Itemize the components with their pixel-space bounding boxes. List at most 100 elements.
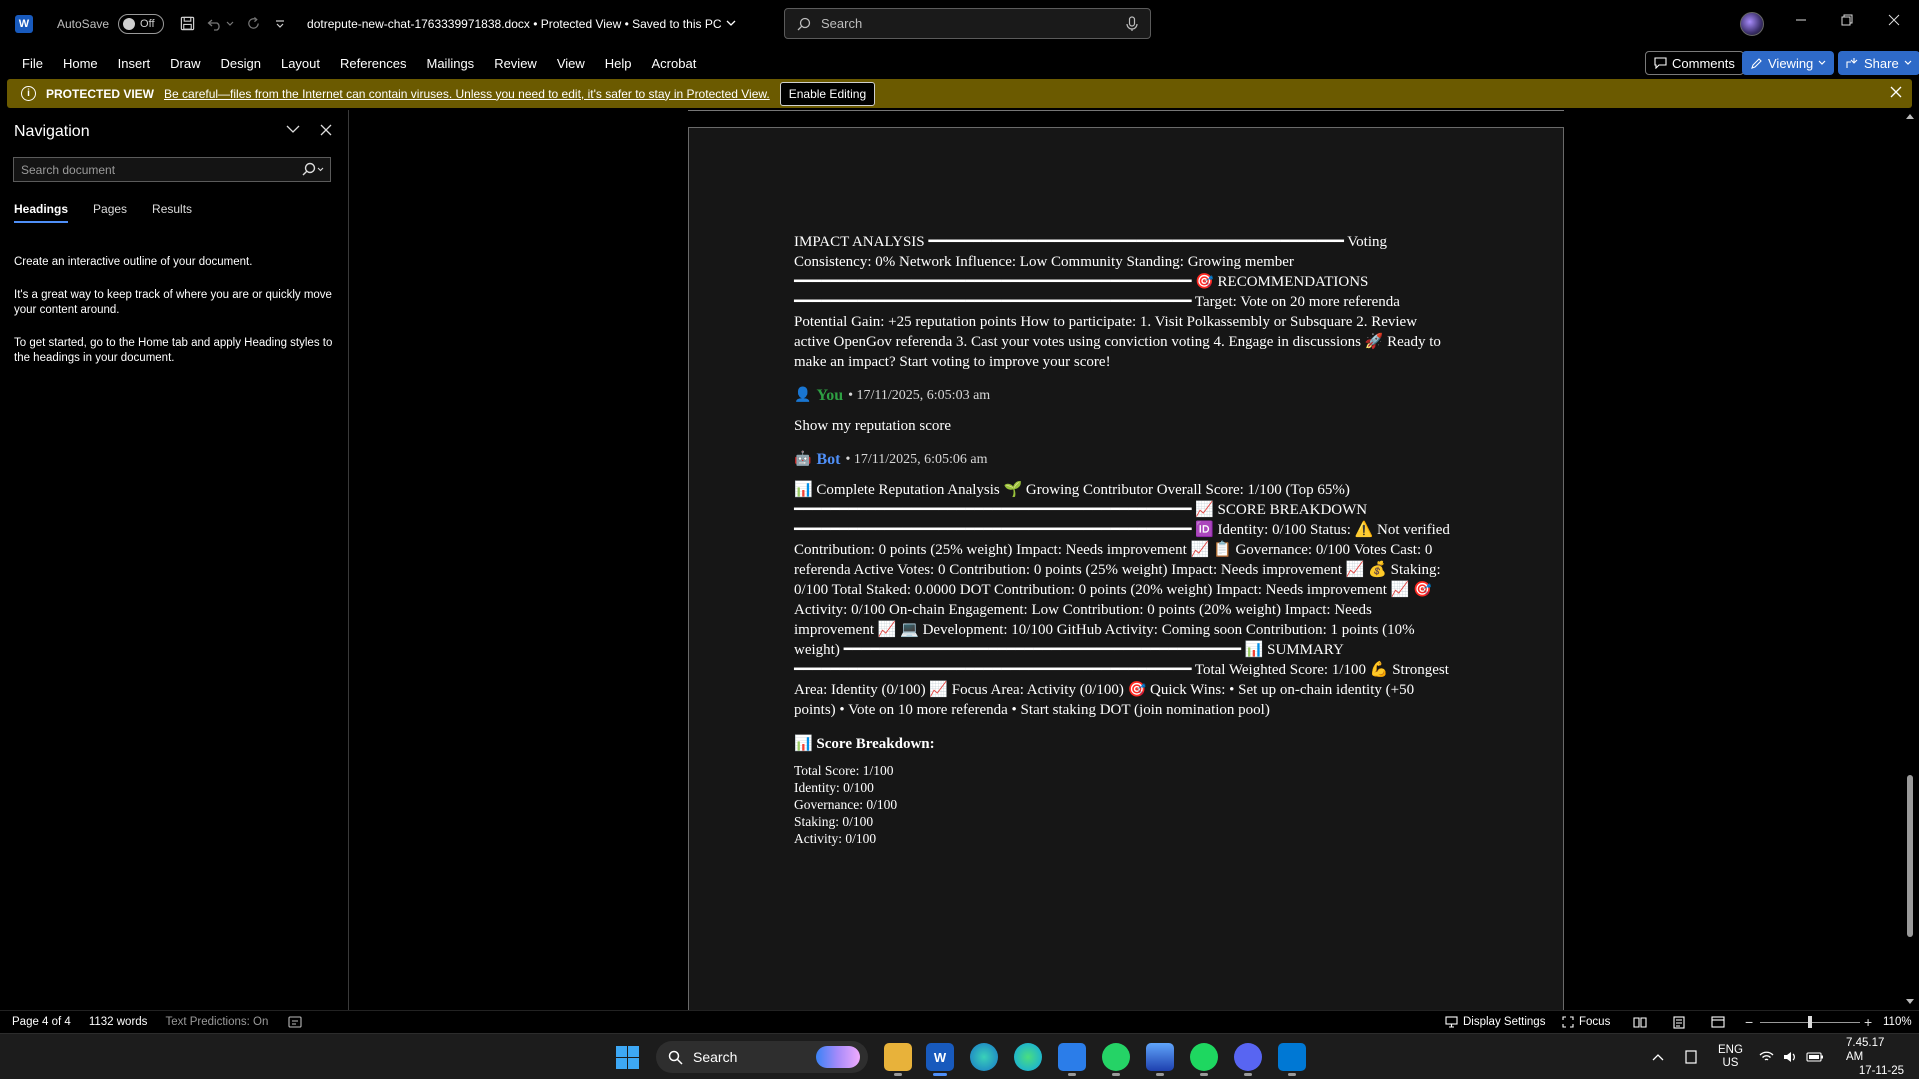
- close-icon[interactable]: [320, 124, 332, 136]
- you-message: Show my reputation score: [794, 418, 952, 434]
- menu-mailings[interactable]: Mailings: [417, 56, 485, 71]
- zoom-level[interactable]: 110%: [1883, 1016, 1912, 1028]
- robot-icon: 🤖: [794, 452, 812, 467]
- display-settings-button[interactable]: Display Settings: [1445, 1016, 1545, 1028]
- spotify-icon[interactable]: [1190, 1043, 1218, 1076]
- edge-beta-icon[interactable]: [1014, 1043, 1042, 1071]
- close-icon[interactable]: [1890, 86, 1902, 98]
- menu-file[interactable]: File: [12, 56, 53, 71]
- accessibility-icon[interactable]: [288, 1016, 302, 1028]
- page-content: IMPACT ANALYSIS ━━━━━━━━━━━━━━━━━━━━━━━━…: [794, 232, 1454, 847]
- menu-view[interactable]: View: [547, 56, 595, 71]
- tab-headings[interactable]: Headings: [14, 202, 69, 223]
- scroll-down-icon[interactable]: [1905, 998, 1915, 1006]
- navigation-help-2: It's a great way to keep track of where …: [14, 289, 332, 316]
- bot-timestamp: • 17/11/2025, 6:05:06 am: [845, 452, 988, 467]
- zoom-slider-thumb[interactable]: [1808, 1016, 1812, 1028]
- undo-dropdown-icon[interactable]: [226, 21, 234, 27]
- navigation-tabs: Headings Pages Results: [14, 202, 192, 223]
- you-name: You: [816, 387, 844, 404]
- text-predictions[interactable]: Text Predictions: On: [165, 1016, 268, 1028]
- account-avatar[interactable]: [1740, 12, 1764, 36]
- search-icon[interactable]: [302, 162, 324, 176]
- display-settings-label: Display Settings: [1463, 1016, 1546, 1028]
- menu-design[interactable]: Design: [211, 56, 271, 71]
- menu-home[interactable]: Home: [53, 56, 108, 71]
- app-running-indicator: [1156, 1073, 1164, 1076]
- redo-icon[interactable]: [246, 16, 261, 31]
- clock-time: 7.45.17 AM: [1846, 1037, 1885, 1063]
- protected-view-bar: i PROTECTED VIEW Be careful—files from t…: [7, 79, 1912, 108]
- word-logo-icon: W: [15, 14, 33, 33]
- autosave-toggle[interactable]: Off: [118, 13, 165, 34]
- app-active-indicator: [933, 1073, 947, 1076]
- menu-references[interactable]: References: [330, 56, 416, 71]
- share-icon: [1846, 58, 1858, 68]
- score-breakdown-list: Total Score: 1/100 Identity: 0/100 Gover…: [794, 762, 1454, 847]
- discord-icon[interactable]: [1234, 1043, 1262, 1076]
- clock[interactable]: 7.45.17 AM 17-11-25: [1846, 1034, 1904, 1079]
- menu-review[interactable]: Review: [484, 56, 547, 71]
- menu-layout[interactable]: Layout: [271, 56, 330, 71]
- page-count[interactable]: Page 4 of 4: [12, 1016, 71, 1028]
- app-running-indicator: [1112, 1073, 1120, 1076]
- language-indicator[interactable]: ENG US: [1718, 1034, 1743, 1079]
- tray-app-icon[interactable]: [1685, 1034, 1697, 1079]
- title-search-box[interactable]: Search: [784, 8, 1151, 39]
- status-bar: Page 4 of 4 1132 words Text Predictions:…: [0, 1010, 1919, 1033]
- enable-editing-button[interactable]: Enable Editing: [779, 81, 876, 106]
- search-document-input[interactable]: Search document: [13, 157, 331, 182]
- read-mode-icon[interactable]: [1633, 1016, 1647, 1028]
- menu-acrobat[interactable]: Acrobat: [642, 56, 707, 71]
- scroll-thumb[interactable]: [1907, 775, 1913, 937]
- protected-view-message[interactable]: Be careful—files from the Internet can c…: [164, 87, 770, 101]
- close-window-icon[interactable]: [1888, 14, 1900, 26]
- taskbar-search-label: Search: [693, 1049, 738, 1065]
- scroll-up-icon[interactable]: [1905, 112, 1915, 120]
- whatsapp-icon[interactable]: [1102, 1043, 1130, 1076]
- menu-help[interactable]: Help: [595, 56, 642, 71]
- minimize-icon[interactable]: [1795, 14, 1807, 26]
- ribbon-tabs: File Home Insert Draw Design Layout Refe…: [0, 47, 1919, 79]
- zoom-in-icon[interactable]: +: [1864, 1014, 1872, 1030]
- notepad-icon[interactable]: [1058, 1043, 1086, 1076]
- edge-icon[interactable]: [970, 1043, 998, 1071]
- share-button[interactable]: Share: [1838, 51, 1919, 75]
- vscode-icon[interactable]: [1278, 1043, 1306, 1076]
- customize-toolbar-icon[interactable]: [275, 19, 285, 29]
- windows-start-icon[interactable]: [616, 1046, 639, 1069]
- restore-icon[interactable]: [1841, 14, 1853, 26]
- word-count[interactable]: 1132 words: [89, 1016, 148, 1028]
- user-icon: 👤: [794, 388, 812, 403]
- chevron-down-icon[interactable]: [286, 124, 300, 134]
- web-layout-icon[interactable]: [1711, 1016, 1725, 1028]
- comments-button[interactable]: Comments: [1645, 51, 1744, 75]
- tab-pages[interactable]: Pages: [93, 202, 127, 223]
- chevron-up-icon[interactable]: [1652, 1034, 1664, 1079]
- viewing-mode-button[interactable]: Viewing: [1742, 51, 1835, 75]
- microphone-icon[interactable]: [1126, 16, 1138, 32]
- document-title[interactable]: dotrepute-new-chat-1763339971838.docx • …: [307, 17, 735, 31]
- search-icon: [797, 17, 811, 30]
- autosave-label: AutoSave: [57, 16, 110, 31]
- chevron-down-icon: [1818, 60, 1826, 65]
- file-explorer-icon[interactable]: [884, 1043, 912, 1076]
- bot-message: 📊 Complete Reputation Analysis 🌱 Growing…: [794, 482, 1450, 718]
- search-highlight-icon: [816, 1046, 860, 1068]
- save-icon[interactable]: [180, 16, 195, 31]
- menu-insert[interactable]: Insert: [108, 56, 161, 71]
- menu-draw[interactable]: Draw: [160, 56, 210, 71]
- tab-results[interactable]: Results: [152, 202, 192, 223]
- speaker-icon: [1784, 1052, 1795, 1062]
- undo-icon[interactable]: [207, 17, 223, 31]
- score-line-identity: Identity: 0/100: [794, 780, 874, 795]
- focus-button[interactable]: Focus: [1562, 1016, 1610, 1028]
- photos-icon[interactable]: [1146, 1043, 1174, 1076]
- quick-settings[interactable]: [1759, 1034, 1824, 1079]
- taskbar-search[interactable]: Search: [656, 1041, 868, 1073]
- vertical-scrollbar[interactable]: [1903, 110, 1917, 1010]
- zoom-out-icon[interactable]: −: [1745, 1014, 1753, 1030]
- word-app-icon[interactable]: W: [926, 1043, 954, 1076]
- print-layout-icon[interactable]: [1673, 1015, 1685, 1029]
- chevron-down-icon: [726, 20, 735, 26]
